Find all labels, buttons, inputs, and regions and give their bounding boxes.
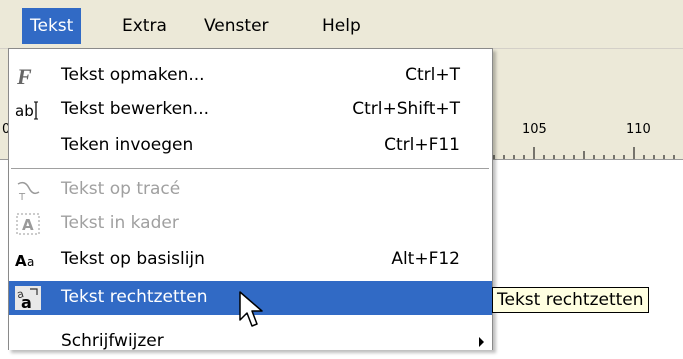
menu-help-label: Help (322, 16, 361, 36)
tooltip: Tekst rechtzetten (492, 287, 649, 313)
text-edit-icon: ab (15, 98, 41, 122)
menu-item-label: Tekst rechtzetten (61, 287, 208, 307)
menu-item-teken-invoegen[interactable]: Teken invoegen Ctrl+F11 (9, 129, 492, 163)
tooltip-text: Tekst rechtzetten (497, 290, 644, 310)
mouse-pointer-icon (239, 291, 263, 327)
menu-item-tekst-opmaken[interactable]: F Tekst opmaken... Ctrl+T (9, 59, 492, 93)
menu-item-tekst-in-kader[interactable]: A Tekst in kader (9, 207, 492, 241)
menu-item-label: Tekst in kader (61, 213, 179, 233)
menu-item-shortcut: Ctrl+Shift+T (352, 99, 460, 119)
menu-help[interactable]: Help (314, 8, 369, 44)
ruler-label-110: 110 (626, 122, 651, 137)
svg-text:a: a (27, 255, 34, 269)
menu-extra-label: Extra (122, 16, 167, 36)
menu-item-shortcut: Ctrl+T (405, 65, 460, 85)
menu-item-label: Tekst opmaken... (61, 65, 205, 85)
menu-item-tekst-bewerken[interactable]: ab Tekst bewerken... Ctrl+Shift+T (9, 93, 492, 127)
menu-item-tekst-op-basislijn[interactable]: Aa Tekst op basislijn Alt+F12 (9, 243, 492, 277)
submenu-arrow-icon (479, 337, 484, 347)
menu-item-shortcut: Ctrl+F11 (384, 135, 460, 155)
straighten-text-icon: aa (15, 286, 41, 312)
svg-text:A: A (22, 216, 34, 234)
svg-text:a: a (21, 293, 32, 310)
menu-tekst-label: Tekst (30, 16, 74, 36)
svg-text:A: A (15, 252, 27, 270)
menu-item-label: Teken invoegen (61, 135, 194, 155)
menu-venster[interactable]: Venster (196, 8, 277, 44)
menu-extra[interactable]: Extra (114, 8, 175, 44)
menu-venster-label: Venster (204, 16, 269, 36)
menu-item-label: Tekst op basislijn (61, 249, 205, 269)
menubar: Tekst Extra Venster Help (0, 0, 683, 49)
text-format-icon: F (15, 64, 41, 89)
menu-tekst[interactable]: Tekst (22, 8, 82, 44)
menu-item-label: Tekst op tracé (61, 179, 181, 199)
ruler-label-105: 105 (522, 122, 547, 137)
menu-item-schrijfwijzer[interactable]: Schrijfwijzer (9, 325, 492, 359)
svg-text:F: F (16, 64, 32, 88)
menu-item-label: Tekst bewerken... (61, 99, 210, 119)
menu-item-label: Schrijfwijzer (61, 331, 164, 351)
menu-separator (11, 168, 489, 169)
ruler-ticks (493, 147, 675, 159)
text-baseline-icon: Aa (15, 248, 41, 272)
text-on-path-icon: T (15, 178, 41, 203)
svg-text:T: T (18, 192, 26, 202)
text-in-frame-icon: A (15, 212, 41, 236)
svg-text:ab: ab (15, 102, 34, 120)
menu-item-tekst-op-trace[interactable]: T Tekst op tracé (9, 173, 492, 207)
menu-item-shortcut: Alt+F12 (391, 249, 460, 269)
